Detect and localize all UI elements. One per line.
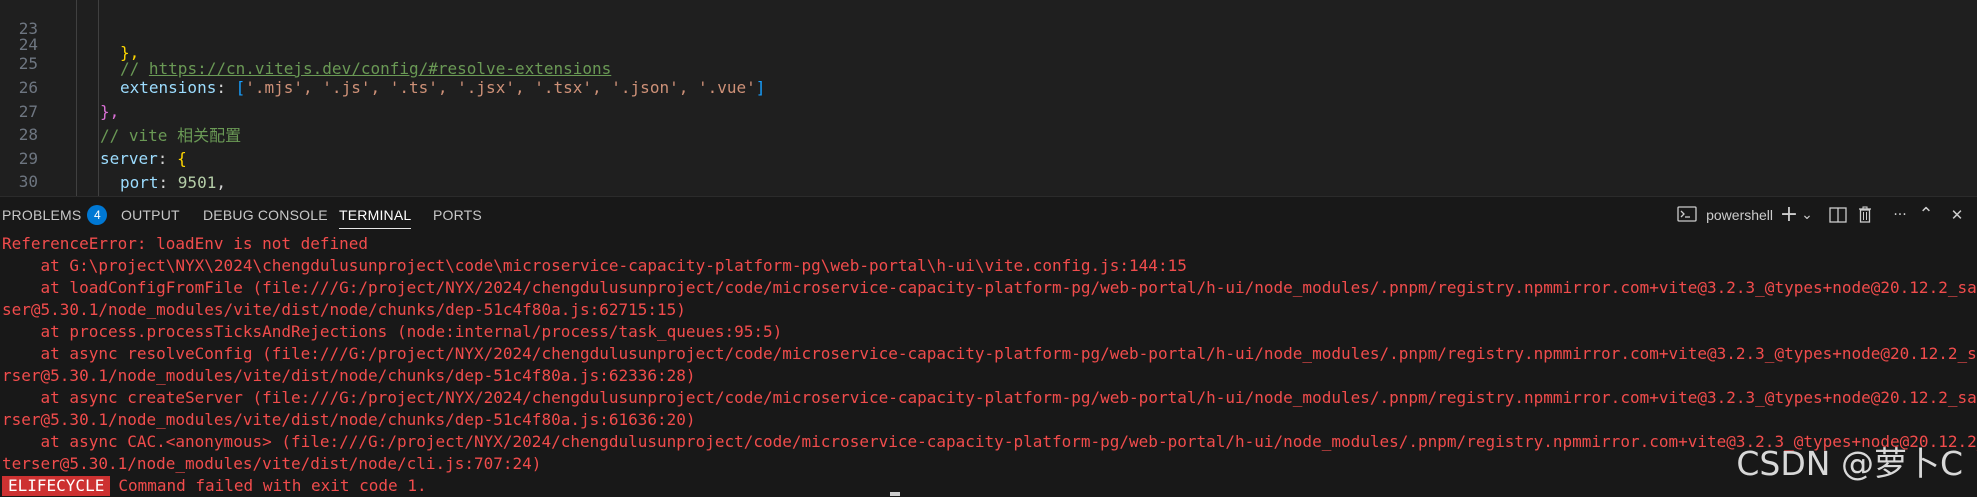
code-number: 9501 xyxy=(177,173,217,192)
terminal-line: at async createServer (file:///G:/projec… xyxy=(2,388,1977,407)
trash-can-icon xyxy=(1859,206,1871,223)
terminal-line: ReferenceError: loadEnv is not defined xyxy=(2,234,369,253)
more-glyph: ··· xyxy=(1893,207,1907,223)
terminal-line: ser@5.30.1/node_modules/vite/dist/node/c… xyxy=(2,300,686,319)
code-line[interactable]: 26 }, xyxy=(0,52,1977,121)
terminal-exit-line: ELIFECYCLE Command failed with exit code … xyxy=(2,475,427,497)
plus-glyph: + xyxy=(1779,202,1799,227)
chevron-down-glyph: ⌄ xyxy=(1801,207,1813,223)
code-key: port xyxy=(120,173,159,192)
code-punctuation: , xyxy=(216,173,226,192)
tab-terminal[interactable]: TERMINAL xyxy=(339,197,412,233)
close-icon[interactable]: ✕ xyxy=(1946,197,1968,233)
code-punctuation: : xyxy=(158,173,178,192)
terminal-output[interactable]: ReferenceError: loadEnv is not defined a… xyxy=(0,233,1977,497)
chevron-down-icon[interactable]: ⌄ xyxy=(1799,197,1815,233)
shell-name: powershell xyxy=(1706,207,1774,223)
tab-label: DEBUG CONSOLE xyxy=(203,207,328,223)
more-icon[interactable]: ··· xyxy=(1887,197,1913,233)
terminal-line: at loadConfigFromFile (file:///G:/projec… xyxy=(2,278,1977,297)
terminal-line: at async resolveConfig (file:///G:/proje… xyxy=(2,344,1977,363)
tab-debug-console[interactable]: DEBUG CONSOLE xyxy=(203,197,328,233)
bottom-panel: PROBLEMS 4 OUTPUT DEBUG CONSOLE TERMINAL … xyxy=(0,196,1977,497)
close-glyph: ✕ xyxy=(1950,206,1964,224)
terminal-line: at async CAC.<anonymous> (file:///G:/pro… xyxy=(2,432,1977,451)
trash-icon[interactable] xyxy=(1853,197,1877,233)
watermark: CSDN @萝卜C xyxy=(1736,444,1963,483)
exit-message: Command failed with exit code 1. xyxy=(118,476,427,495)
code-line[interactable]: 25 extensions: ['.mjs', '.js', '.ts', '.… xyxy=(0,28,1977,97)
terminal-icon xyxy=(1677,206,1697,222)
code-line[interactable]: 30 host: true, xyxy=(0,146,1977,191)
line-number: 30 xyxy=(18,172,38,191)
code-line[interactable]: 29 port: 9501, xyxy=(0,123,1977,192)
plus-icon[interactable]: + xyxy=(1778,197,1800,233)
terminal-line: at process.processTicksAndRejections (no… xyxy=(2,322,783,341)
terminal-line: at G:\project\NYX\2024\chengdulusunproje… xyxy=(2,256,1187,275)
tab-output[interactable]: OUTPUT xyxy=(121,197,180,233)
tab-problems[interactable]: PROBLEMS 4 xyxy=(2,197,108,233)
chevron-up-icon[interactable]: ⌃ xyxy=(1915,197,1937,233)
mouse-cursor xyxy=(890,492,900,496)
split-icon[interactable] xyxy=(1826,197,1850,233)
tab-label: TERMINAL xyxy=(339,207,412,223)
tab-label: OUTPUT xyxy=(121,207,180,223)
code-line[interactable]: 27 // vite 相关配置 xyxy=(0,76,1977,145)
code-line[interactable]: 28 server: { xyxy=(0,99,1977,168)
terminal-line: terser@5.30.1/node_modules/vite/dist/nod… xyxy=(2,454,542,473)
tab-ports[interactable]: PORTS xyxy=(433,197,482,233)
problems-count-badge: 4 xyxy=(87,205,108,225)
elifecycle-badge: ELIFECYCLE xyxy=(2,476,111,496)
code-editor[interactable]: 23 }, 24 // https://cn.vitejs.dev/config… xyxy=(0,0,1977,196)
panel-tab-bar: PROBLEMS 4 OUTPUT DEBUG CONSOLE TERMINAL … xyxy=(0,197,1977,233)
terminal-line: rser@5.30.1/node_modules/vite/dist/node/… xyxy=(2,366,696,385)
chevron-up-glyph: ⌃ xyxy=(1918,204,1934,225)
split-editor-icon xyxy=(1829,207,1847,223)
tab-label: PORTS xyxy=(433,207,482,223)
tab-label: PROBLEMS xyxy=(2,207,82,223)
terminal-line: rser@5.30.1/node_modules/vite/dist/node/… xyxy=(2,410,696,429)
